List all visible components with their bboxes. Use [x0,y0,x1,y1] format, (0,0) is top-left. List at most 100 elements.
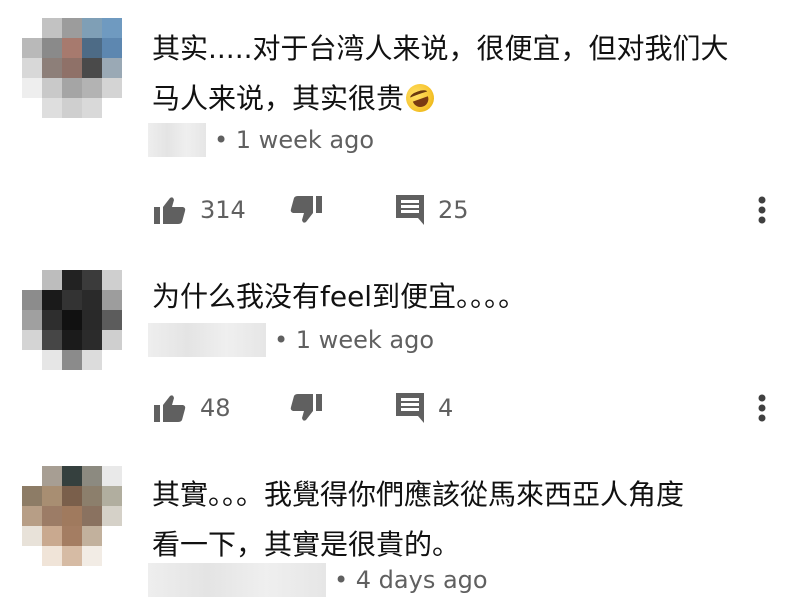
avatar-pixel [82,310,102,330]
thumbs-down-icon [290,196,322,223]
avatar-pixel [22,546,42,566]
avatar-pixel [22,78,42,98]
avatar-pixel [82,350,102,370]
avatar-pixel [22,466,42,486]
avatar-pixel [42,546,62,566]
avatar-pixel [62,546,82,566]
avatar[interactable] [22,466,122,566]
avatar-pixel [102,310,122,330]
comment-text: 其實。。。我覺得你們應該從馬來西亞人角度 看一下，其實是很貴的。 [152,478,685,561]
avatar-pixel [82,98,102,118]
reply-button[interactable]: 25 [396,190,469,230]
author-name-blurred[interactable] [148,123,206,157]
avatar-pixel [22,310,42,330]
dislike-button[interactable] [290,388,322,428]
avatar-pixel [82,58,102,78]
reply-count: 25 [438,196,469,224]
avatar-pixel [82,270,102,290]
avatar-pixel [42,506,62,526]
avatar-pixel [102,330,122,350]
avatar-pixel [82,486,102,506]
avatar-pixel [42,466,62,486]
more-vert-icon [758,196,766,224]
avatar-pixel [102,58,122,78]
author-name-blurred[interactable] [148,323,266,357]
avatar-pixel [82,18,102,38]
comment-actions: 314 25 [0,190,800,230]
avatar-pixel [62,270,82,290]
avatar-pixel [102,526,122,546]
more-options-button[interactable] [752,388,772,428]
like-count: 314 [200,196,246,224]
avatar-pixel [82,506,102,526]
more-options-button[interactable] [752,190,772,230]
avatar-pixel [82,330,102,350]
avatar-pixel [42,526,62,546]
avatar-pixel [22,486,42,506]
avatar-pixel [62,98,82,118]
avatar-pixel [22,330,42,350]
avatar-pixel [22,18,42,38]
avatar-pixel [82,466,102,486]
avatar-pixel [82,38,102,58]
avatar-pixel [22,506,42,526]
avatar-pixel [82,78,102,98]
avatar-pixel [42,78,62,98]
avatar-pixel [62,310,82,330]
avatar-pixel [42,290,62,310]
avatar-pixel [42,486,62,506]
avatar-pixel [42,18,62,38]
avatar[interactable] [22,18,122,118]
dislike-button[interactable] [290,190,322,230]
avatar-pixel [62,526,82,546]
comment-text-body: 其实.....对于台湾人来说，很便宜，但对我们大 马人来说，其实很贵 [152,32,729,115]
avatar-pixel [102,350,122,370]
avatar-pixel [102,486,122,506]
avatar-pixel [62,506,82,526]
more-vert-icon [758,394,766,422]
avatar-pixel [62,58,82,78]
author-name-blurred[interactable] [148,563,326,597]
avatar-pixel [62,18,82,38]
comment-text: 其实.....对于台湾人来说，很便宜，但对我们大 马人来说，其实很贵 [152,24,772,124]
avatar-pixel [102,78,122,98]
avatar-pixel [102,270,122,290]
avatar-pixel [22,58,42,78]
avatar-pixel [62,78,82,98]
avatar-pixel [22,526,42,546]
comment-bubble-icon [396,393,424,423]
like-count: 48 [200,394,231,422]
timestamp: • 1 week ago [214,126,374,154]
like-button[interactable]: 314 [154,190,246,230]
avatar-pixel [102,98,122,118]
avatar-pixel [42,330,62,350]
comment-bubble-icon [396,195,424,225]
avatar-pixel [22,350,42,370]
avatar-pixel [62,466,82,486]
comment-text: 为什么我没有feel到便宜。。。。 [152,280,527,313]
avatar-pixel [42,270,62,290]
avatar-pixel [102,506,122,526]
reply-count: 4 [438,394,454,422]
comment-meta: • 1 week ago [148,120,374,160]
avatar-pixel [42,58,62,78]
avatar[interactable] [22,270,122,370]
avatar-pixel [42,38,62,58]
like-button[interactable]: 48 [154,388,231,428]
reply-button[interactable]: 4 [396,388,453,428]
thumbs-down-icon [290,394,322,421]
thumbs-up-icon [154,395,186,422]
avatar-pixel [42,350,62,370]
avatar-pixel [22,270,42,290]
comment-actions: 48 4 [0,388,800,428]
avatar-pixel [82,526,102,546]
avatar-pixel [102,290,122,310]
avatar-pixel [82,546,102,566]
avatar-pixel [22,290,42,310]
avatar-pixel [22,98,42,118]
avatar-pixel [62,38,82,58]
avatar-pixel [102,466,122,486]
thumbs-up-icon [154,197,186,224]
avatar-pixel [82,290,102,310]
rolling-on-floor-laughing-emoji-icon [402,80,438,116]
